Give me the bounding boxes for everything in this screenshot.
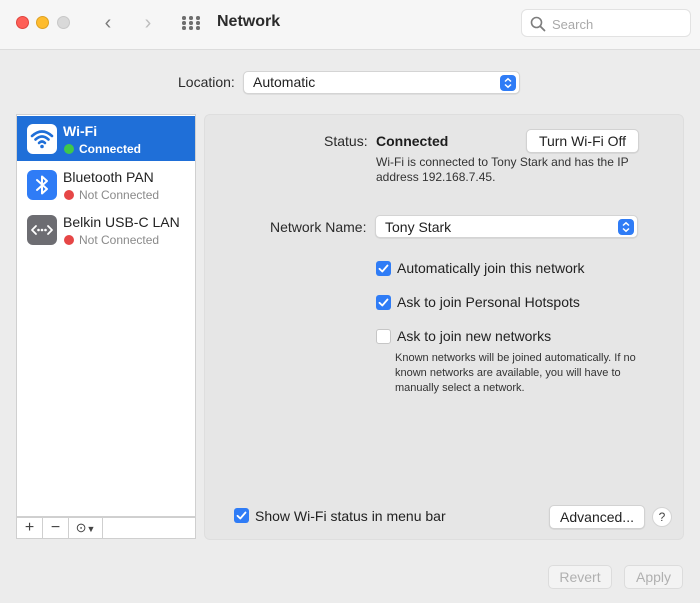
service-list: Wi-Fi Connected Bluetooth PAN Not Connec… <box>16 114 196 517</box>
advanced-button[interactable]: Advanced... <box>549 505 645 529</box>
wifi-icon <box>27 124 57 154</box>
service-item-bluetooth-pan[interactable]: Bluetooth PAN Not Connected <box>17 162 195 207</box>
search-icon <box>530 16 546 32</box>
show-all-grid-icon[interactable] <box>181 15 201 31</box>
remove-service-button[interactable]: − <box>43 518 69 538</box>
status-description: Wi-Fi is connected to Tony Stark and has… <box>376 155 629 184</box>
checkmark-icon <box>378 264 389 273</box>
apply-button[interactable]: Apply <box>624 565 683 589</box>
new-networks-label: Ask to join new networks <box>397 328 552 344</box>
zoom-window-button[interactable] <box>57 16 70 29</box>
network-name-popup[interactable]: Tony Stark <box>375 215 638 238</box>
auto-join-checkbox[interactable] <box>376 261 391 276</box>
checkmark-icon <box>236 511 247 520</box>
popup-stepper-icon <box>618 219 634 235</box>
revert-button[interactable]: Revert <box>548 565 612 589</box>
checkmark-icon <box>378 298 389 307</box>
service-name: Wi-Fi <box>63 123 98 139</box>
show-wifi-status-label: Show Wi-Fi status in menu bar <box>255 508 446 524</box>
service-name: Bluetooth PAN <box>63 169 154 185</box>
window-title: Network <box>217 13 281 30</box>
titlebar: ‹ › Network <box>0 0 700 50</box>
status-value: Connected <box>376 133 449 149</box>
network-name-label: Network Name: <box>270 219 367 235</box>
network-name-value: Tony Stark <box>385 219 452 235</box>
personal-hotspots-checkbox[interactable] <box>376 295 391 310</box>
service-item-wifi[interactable]: Wi-Fi Connected <box>17 116 195 161</box>
status-dot-green <box>64 144 74 154</box>
location-popup[interactable]: Automatic <box>243 71 520 94</box>
service-name: Belkin USB-C LAN <box>63 214 180 230</box>
ethernet-icon <box>27 215 57 245</box>
new-networks-checkbox[interactable] <box>376 329 391 344</box>
personal-hotspots-label: Ask to join Personal Hotspots <box>397 294 580 310</box>
add-service-button[interactable]: + <box>17 518 43 538</box>
forward-chevron-icon[interactable]: › <box>138 12 158 34</box>
bluetooth-icon <box>27 170 57 200</box>
status-dot-red <box>64 235 74 245</box>
auto-join-label: Automatically join this network <box>397 260 585 276</box>
help-button[interactable]: ? <box>652 507 672 527</box>
ellipsis-circle-icon: ⊙ <box>75 520 87 535</box>
popup-stepper-icon <box>500 75 516 91</box>
action-menu-button[interactable]: ⊙▼ <box>69 518 103 538</box>
service-item-belkin-usb-c-lan[interactable]: Belkin USB-C LAN Not Connected <box>17 207 195 252</box>
location-value: Automatic <box>253 74 316 90</box>
minimize-window-button[interactable] <box>36 16 49 29</box>
status-label: Status: <box>324 133 368 149</box>
show-wifi-status-checkbox[interactable] <box>234 508 249 523</box>
service-status: Connected <box>79 142 142 156</box>
search-input[interactable] <box>552 14 682 34</box>
service-status: Not Connected <box>79 233 160 247</box>
status-dot-red <box>64 190 74 200</box>
turn-wifi-off-button[interactable]: Turn Wi-Fi Off <box>526 129 639 153</box>
join-description: Known networks will be joined automatica… <box>395 352 636 394</box>
service-status: Not Connected <box>79 188 160 202</box>
chevron-down-icon: ▼ <box>86 524 96 534</box>
search-field[interactable] <box>521 9 691 37</box>
back-chevron-icon[interactable]: ‹ <box>98 12 118 34</box>
location-label: Location: <box>178 74 235 90</box>
service-list-toolbar: + − ⊙▼ <box>16 517 196 539</box>
close-window-button[interactable] <box>16 16 29 29</box>
